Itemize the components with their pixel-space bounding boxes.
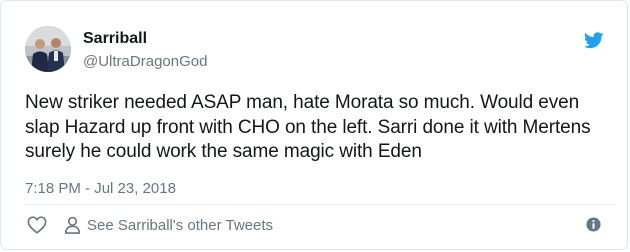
tweet-card: Sarriball @UltraDragonGod New striker ne… xyxy=(0,0,628,250)
avatar-photo xyxy=(25,26,71,72)
person-icon xyxy=(64,216,81,234)
tweet-timestamp[interactable]: 7:18 PM - Jul 23, 2018 xyxy=(25,180,176,197)
avatar[interactable] xyxy=(25,26,71,72)
display-name[interactable]: Sarriball xyxy=(83,30,147,48)
divider xyxy=(25,204,615,205)
heart-icon[interactable] xyxy=(27,216,47,234)
user-handle[interactable]: @UltraDragonGod xyxy=(83,53,207,70)
see-other-tweets-link[interactable]: See Sarriball's other Tweets xyxy=(64,214,273,236)
info-icon[interactable] xyxy=(586,217,601,232)
tweet-text: New striker needed ASAP man, hate Morata… xyxy=(25,92,591,162)
twitter-bird-icon[interactable] xyxy=(584,32,604,49)
see-other-tweets-label: See Sarriball's other Tweets xyxy=(87,216,274,234)
